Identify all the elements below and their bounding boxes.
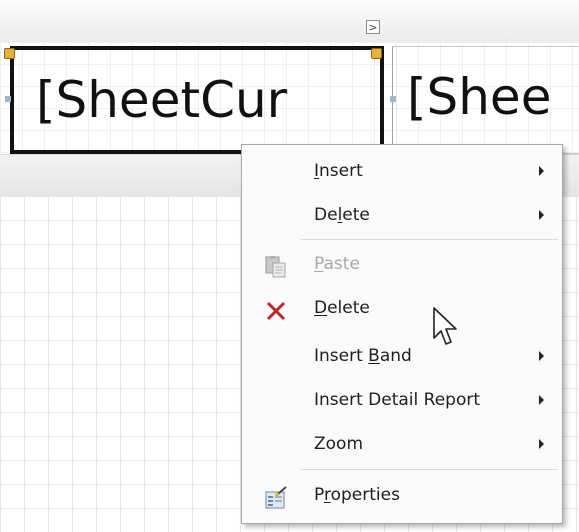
menu-item-insert-band[interactable]: Insert Band xyxy=(242,334,562,378)
menu-item-insert[interactable]: Insert xyxy=(242,149,562,193)
resize-handle-top-right[interactable] xyxy=(371,48,382,59)
submenu-arrow-icon xyxy=(539,210,544,220)
paste-icon xyxy=(264,252,288,278)
delete-x-icon xyxy=(264,296,288,321)
connector-left xyxy=(5,96,11,102)
cell-text: [Shee xyxy=(407,68,552,126)
submenu-arrow-icon xyxy=(539,439,544,449)
table-cell-sheet-next[interactable]: [Shee xyxy=(392,46,579,154)
properties-icon xyxy=(264,483,288,509)
menu-item-delete[interactable]: Delete xyxy=(242,286,562,330)
menu-item-insert-detail-report[interactable]: Insert Detail Report xyxy=(242,378,562,422)
smart-tag-button[interactable]: > xyxy=(366,20,380,34)
report-designer-surface[interactable]: > [SheetCur [Shee Insert Delete Paste De… xyxy=(0,0,579,532)
connector-right xyxy=(390,96,396,102)
context-menu: Insert Delete Paste Delete Insert Band I… xyxy=(241,144,563,524)
resize-handle-top-left[interactable] xyxy=(4,48,15,59)
menu-separator xyxy=(300,469,558,470)
submenu-arrow-icon xyxy=(539,395,544,405)
menu-item-properties[interactable]: Properties xyxy=(242,473,562,517)
menu-separator xyxy=(300,239,558,240)
submenu-arrow-icon xyxy=(539,351,544,361)
cell-text: [SheetCur xyxy=(36,71,288,129)
menu-item-zoom[interactable]: Zoom xyxy=(242,422,562,466)
submenu-arrow-icon xyxy=(539,166,544,176)
band-header xyxy=(0,0,579,42)
menu-item-paste[interactable]: Paste xyxy=(242,242,562,286)
menu-item-delete-submenu[interactable]: Delete xyxy=(242,193,562,237)
table-cell-sheet-current[interactable]: [SheetCur xyxy=(10,46,384,154)
mouse-pointer-icon xyxy=(433,307,457,345)
